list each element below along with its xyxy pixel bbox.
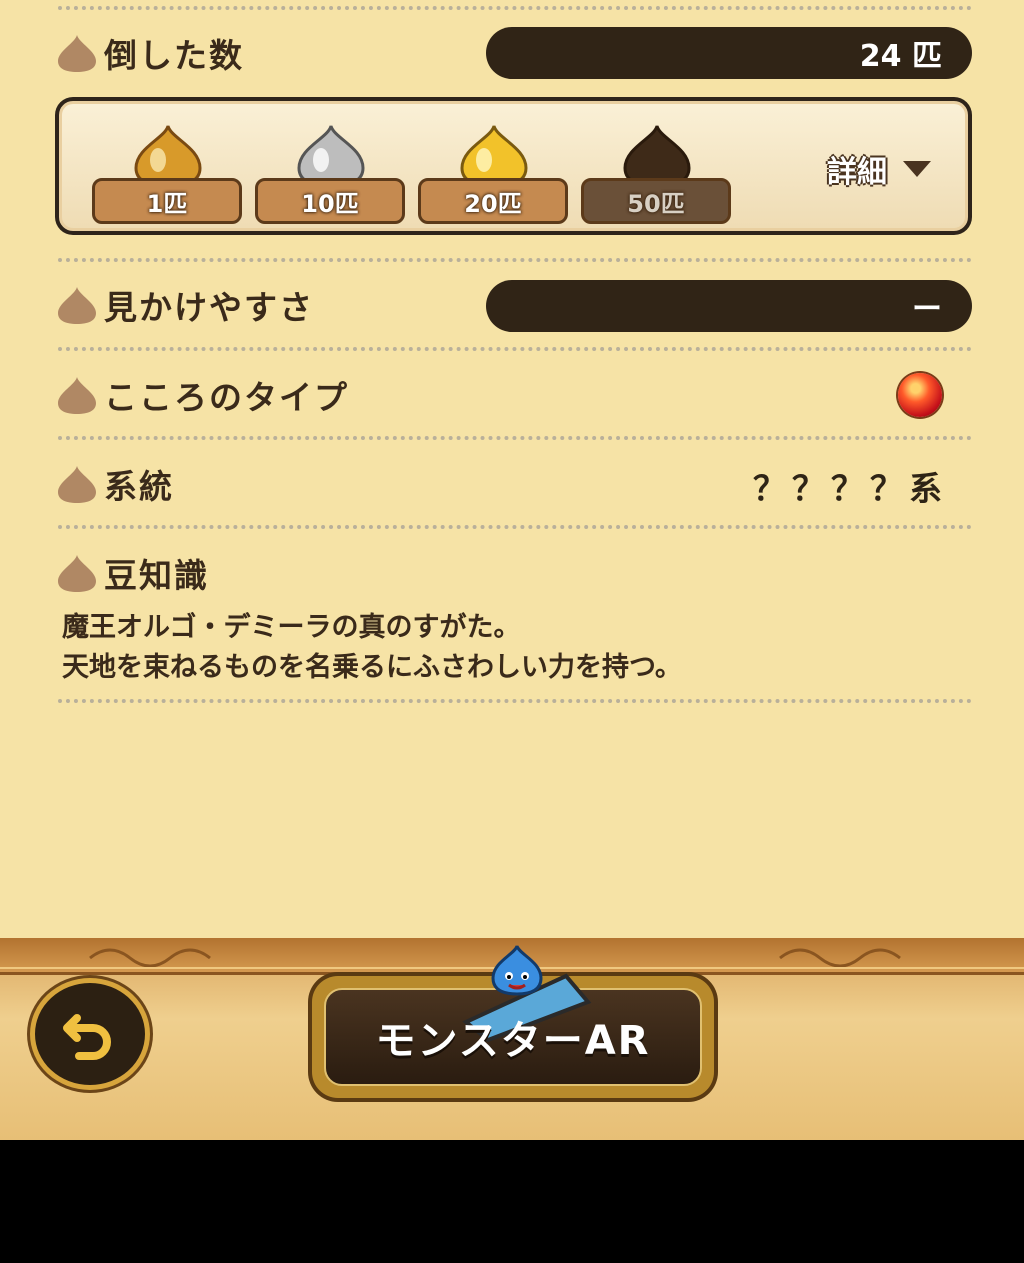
blue-slime-icon	[491, 945, 543, 996]
monster-ar-label: モンスターAR	[375, 1018, 651, 1064]
medal-10: 10匹	[255, 124, 405, 224]
defeated-label: 倒した数	[104, 36, 244, 75]
drop-bullet-icon	[56, 375, 98, 415]
divider	[58, 436, 972, 440]
chevron-down-icon	[903, 161, 931, 177]
medal-label: 20匹	[418, 178, 568, 224]
lineage-label: 系統	[104, 467, 174, 506]
medal-1: 1匹	[92, 124, 242, 224]
trivia-row: 豆知識	[56, 548, 209, 598]
drop-bullet-icon	[56, 553, 98, 593]
lineage-row: 系統	[56, 459, 174, 509]
defeated-row: 倒した数	[56, 28, 244, 78]
details-button[interactable]: 詳細	[827, 144, 931, 194]
visibility-label: 見かけやすさ	[104, 288, 314, 327]
divider	[58, 258, 972, 262]
defeated-count: 24 匹	[486, 27, 972, 79]
visibility-value: ー	[486, 280, 972, 332]
divider	[58, 699, 972, 703]
drop-bullet-icon	[56, 464, 98, 504]
monster-ar-button[interactable]: モンスターAR	[312, 945, 714, 1098]
medal-label: 50匹	[581, 178, 731, 224]
medal-20: 20匹	[418, 124, 568, 224]
trivia-text: 魔王オルゴ・デミーラの真のすがた。 天地を束ねるものを名乗るにふさわしい力を持つ…	[62, 608, 962, 688]
heart-type-row: こころのタイプ	[56, 370, 349, 420]
lineage-value: ？？？？系	[753, 469, 948, 508]
trivia-label: 豆知識	[104, 556, 209, 595]
back-button[interactable]	[30, 978, 150, 1090]
medal-panel: 1匹 10匹 20匹 50匹 詳細	[55, 97, 972, 235]
divider	[58, 347, 972, 351]
trivia-line: 天地を束ねるものを名乗るにふさわしい力を持つ。	[62, 652, 682, 683]
drop-bullet-icon	[56, 33, 98, 73]
red-orb-icon	[898, 373, 942, 417]
divider	[58, 525, 972, 529]
details-label: 詳細	[827, 155, 887, 190]
visibility-row: 見かけやすさ	[56, 280, 314, 330]
back-arrow-icon	[63, 1014, 111, 1060]
trivia-line: 魔王オルゴ・デミーラの真のすがた。	[62, 612, 521, 643]
heart-type-label: こころのタイプ	[104, 378, 349, 417]
drop-bullet-icon	[56, 285, 98, 325]
divider	[58, 6, 972, 10]
medal-label: 1匹	[92, 178, 242, 224]
medal-label: 10匹	[255, 178, 405, 224]
medal-50: 50匹	[581, 124, 731, 224]
monster-detail-page: 倒した数 24 匹 1匹 10匹 20匹 50匹 詳細 見かけやすさ ー こころ…	[0, 0, 1024, 1140]
